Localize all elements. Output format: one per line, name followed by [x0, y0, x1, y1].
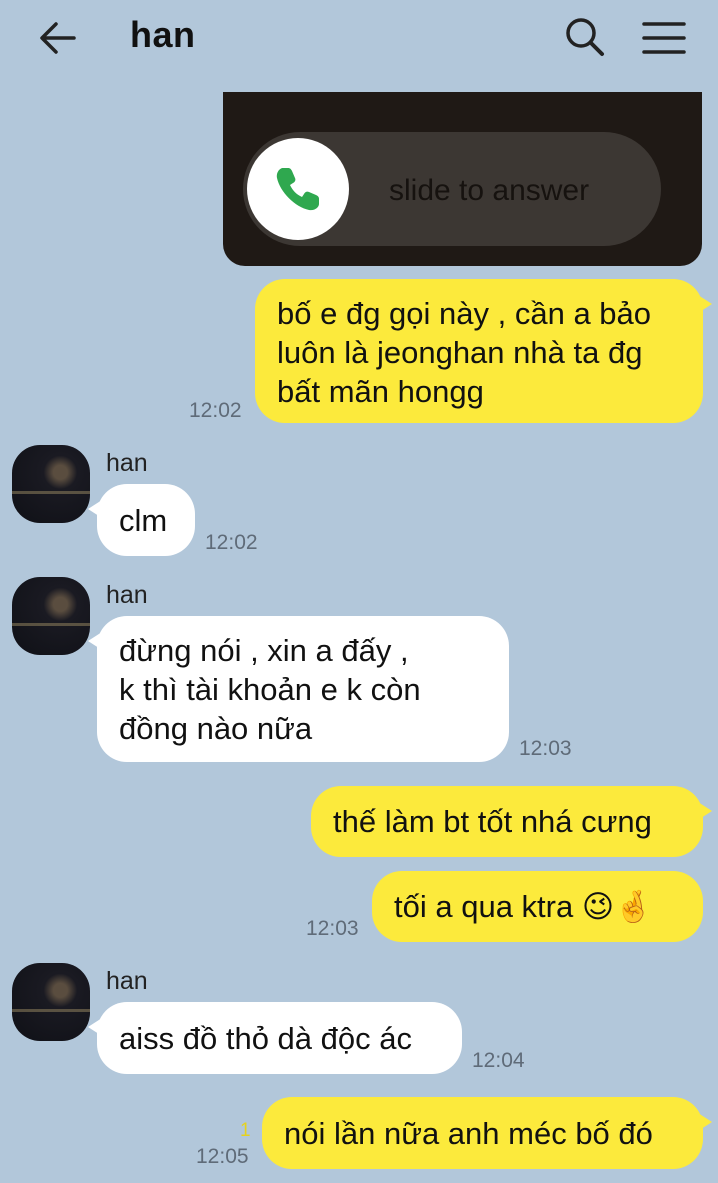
message-line: bố e đg gọi này , cần a bảo	[277, 296, 652, 331]
sender-name: han	[106, 967, 148, 995]
message-line: thế làm bt tốt nhá cưng	[333, 804, 652, 839]
phone-icon	[276, 168, 319, 211]
chat-header: han	[0, 0, 718, 78]
message-line: đồng nào nữa	[119, 711, 313, 746]
message-time: 12:02	[189, 399, 242, 422]
message-line: aiss đồ thỏ dà độc ác	[119, 1021, 412, 1056]
my-message-bubble[interactable]: nói lần nữa anh méc bố đó	[262, 1097, 712, 1169]
message-line: tối a qua ktra 😉🤞	[394, 889, 653, 924]
message-time: 12:03	[519, 737, 572, 760]
unread-count: 1	[240, 1120, 251, 1141]
message-line: luôn là jeonghan nhà ta đg	[277, 335, 643, 370]
my-message-bubble[interactable]: bố e đg gọi này , cần a bảo luôn là jeon…	[255, 279, 712, 423]
their-message-bubble[interactable]: aiss đồ thỏ dà độc ác	[88, 1002, 462, 1074]
my-message-bubble[interactable]: thế làm bt tốt nhá cưng	[311, 786, 712, 857]
message-line: bất mãn hongg	[277, 374, 484, 409]
their-message-bubble[interactable]: đừng nói , xin a đấy , k thì tài khoản e…	[88, 616, 509, 762]
message-time: 12:02	[205, 531, 258, 554]
message-line: nói lần nữa anh méc bố đó	[284, 1116, 653, 1151]
my-message-bubble[interactable]: tối a qua ktra 😉🤞	[372, 871, 703, 942]
avatar[interactable]	[12, 445, 90, 523]
back-arrow-icon[interactable]	[38, 18, 78, 58]
call-knob	[247, 138, 349, 240]
message-line: k thì tài khoản e k còn	[119, 672, 421, 707]
message-time: 12:03	[306, 917, 359, 940]
avatar[interactable]	[12, 963, 90, 1041]
slide-to-answer-text: slide to answer	[389, 174, 590, 207]
search-icon[interactable]	[564, 16, 606, 58]
message-line: clm	[119, 503, 168, 538]
menu-icon[interactable]	[642, 20, 686, 56]
sender-name: han	[106, 581, 148, 609]
sender-name: han	[106, 449, 148, 477]
chat-title: han	[130, 14, 196, 55]
message-time: 12:04	[472, 1049, 525, 1072]
message-line: đừng nói , xin a đấy ,	[119, 633, 409, 668]
message-time: 12:05	[196, 1145, 249, 1168]
sent-image-card[interactable]: slide to answer	[223, 92, 702, 266]
avatar[interactable]	[12, 577, 90, 655]
their-message-bubble[interactable]: clm	[88, 484, 195, 556]
